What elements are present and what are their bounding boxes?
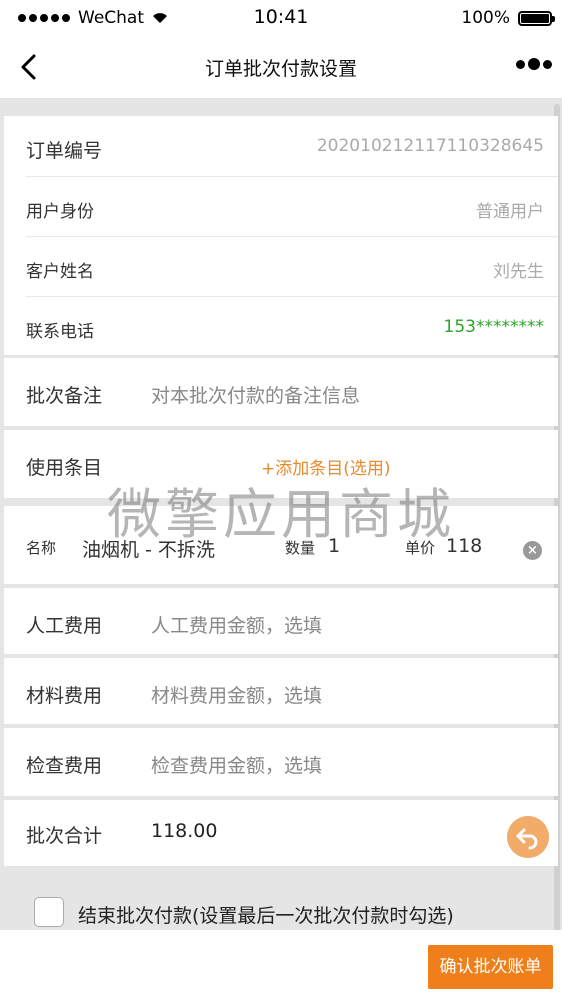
material-input[interactable]: 材料费用金额，选填 xyxy=(151,681,322,708)
identity-label: 用户身份 xyxy=(26,202,94,222)
item-qty: 1 xyxy=(328,535,341,557)
page-title: 订单批次付款设置 xyxy=(204,58,357,80)
batch-note-input[interactable]: 对本批次付款的备注信息 xyxy=(151,381,360,408)
material-label: 材料费用 xyxy=(26,685,103,707)
back-to-top-icon[interactable] xyxy=(507,816,549,858)
item-price: 118 xyxy=(446,535,483,557)
customer-value: 刘先生 xyxy=(493,262,544,282)
order-id-label: 订单编号 xyxy=(26,140,103,162)
inspection-input[interactable]: 检查费用金额，选填 xyxy=(151,751,322,778)
divider xyxy=(26,236,558,237)
inspection-label: 检查费用 xyxy=(26,755,103,777)
item-qty-label: 数量 xyxy=(285,539,316,557)
item-name-label: 名称 xyxy=(26,539,57,557)
identity-value: 普通用户 xyxy=(476,202,544,222)
nav-bar: 订单批次付款设置 xyxy=(0,36,562,98)
phone-label: 联系电话 xyxy=(26,322,94,342)
order-id-value: 20201021211711032864​5 xyxy=(316,136,544,156)
end-batch-checkbox[interactable] xyxy=(34,897,64,927)
item-price-label: 单价 xyxy=(405,539,436,557)
total-value: 118.00 xyxy=(151,820,218,842)
battery-percent: 100% xyxy=(461,8,510,28)
batch-note-label: 批次备注 xyxy=(26,385,103,407)
labor-label: 人工费用 xyxy=(26,615,103,637)
delete-icon[interactable]: × xyxy=(523,541,542,560)
end-batch-label: 结束批次付款(设置最后一次批次付款时勾选) xyxy=(78,905,454,927)
customer-label: 客户姓名 xyxy=(26,262,94,282)
items-label: 使用条目 xyxy=(26,457,103,479)
divider xyxy=(26,296,558,297)
phone-value: 153******** xyxy=(443,317,544,337)
labor-input[interactable]: 人工费用金额，选填 xyxy=(151,611,322,638)
confirm-button[interactable]: 确认批次账单 xyxy=(428,945,553,989)
add-item-button[interactable]: +添加条目(选用) xyxy=(261,454,391,479)
divider xyxy=(26,176,558,177)
total-label: 批次合计 xyxy=(26,825,103,847)
item-name: 油烟机 - 不拆洗 xyxy=(82,539,215,561)
more-icon[interactable] xyxy=(516,58,552,70)
status-right: 100% xyxy=(461,8,555,28)
status-bar: WeChat 10:41 100% xyxy=(0,0,562,36)
battery-icon xyxy=(518,10,555,26)
